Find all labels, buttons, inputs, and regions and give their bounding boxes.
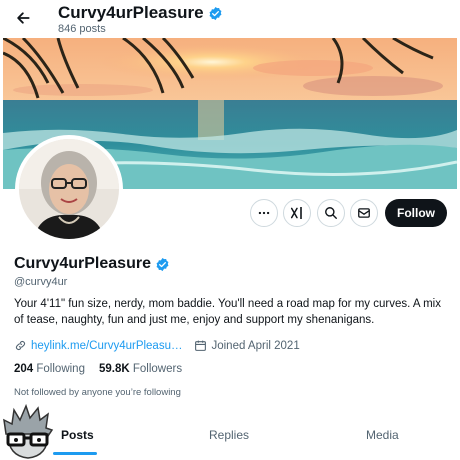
following-count: 204 xyxy=(14,363,34,375)
verified-badge-icon[interactable] xyxy=(155,257,170,272)
follow-button[interactable]: Follow xyxy=(385,199,447,227)
header-display-name: Curvy4urPleasure xyxy=(58,3,204,22)
profile-handle: @curvy4ur xyxy=(14,276,68,288)
search-profile-button[interactable] xyxy=(317,199,345,227)
following-label: Following xyxy=(36,363,85,375)
grok-icon xyxy=(290,207,302,219)
tab-media[interactable]: Media xyxy=(366,428,399,442)
joined-date: Joined April 2021 xyxy=(211,339,300,352)
back-arrow-icon[interactable] xyxy=(12,8,32,28)
message-icon xyxy=(358,208,370,218)
mascot-overlay-icon xyxy=(3,404,54,459)
profile-avatar[interactable] xyxy=(15,135,123,243)
avatar-photo xyxy=(19,139,119,239)
follow-stats: 204 Following 59.8K Followers xyxy=(14,363,196,375)
message-button[interactable] xyxy=(350,199,378,227)
calendar-icon xyxy=(195,340,207,351)
profile-tabs: Posts Replies Media xyxy=(0,420,460,460)
profile-link[interactable]: heylink.me/Curvy4urPleasu… xyxy=(31,340,182,352)
tab-replies[interactable]: Replies xyxy=(209,428,249,442)
verified-badge-icon xyxy=(209,6,221,20)
following-stat[interactable]: 204 Following xyxy=(14,363,85,375)
grok-button[interactable] xyxy=(283,199,311,227)
profile-meta: heylink.me/Curvy4urPleasu… Joined April … xyxy=(14,339,300,352)
tab-posts[interactable]: Posts xyxy=(61,428,94,442)
more-options-button[interactable] xyxy=(250,199,278,227)
not-followed-notice: Not followed by anyone you’re following xyxy=(14,387,181,398)
header-title: Curvy4urPleasure xyxy=(58,3,223,23)
profile-name: Curvy4urPleasure xyxy=(14,255,170,273)
more-icon xyxy=(258,211,270,215)
followers-label: Followers xyxy=(132,363,183,375)
profile-bio: Your 4'11" fun size, nerdy, mom baddie. … xyxy=(14,298,441,326)
followers-stat[interactable]: 59.8K Followers xyxy=(99,363,182,375)
search-icon xyxy=(325,207,337,219)
link-icon xyxy=(15,340,26,351)
followers-count: 59.8K xyxy=(98,363,130,375)
top-bar: Curvy4urPleasure 846 posts xyxy=(0,0,460,38)
tab-selected-indicator xyxy=(53,452,97,455)
header-post-count: 846 posts xyxy=(58,23,106,35)
profile-display-name: Curvy4urPleasure xyxy=(14,255,151,272)
